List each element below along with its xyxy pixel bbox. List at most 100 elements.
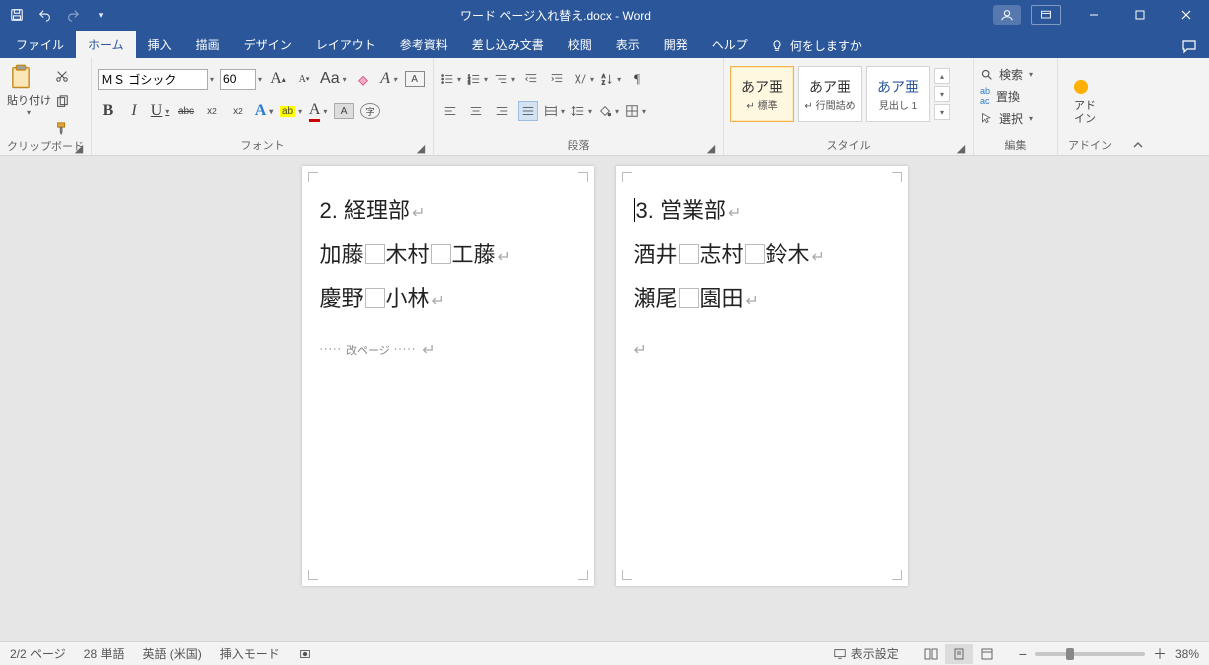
superscript-button[interactable]: x2 — [228, 101, 248, 121]
increase-indent-button[interactable] — [547, 69, 567, 89]
eraser-icon — [356, 72, 370, 86]
tab-help[interactable]: ヘルプ — [700, 31, 760, 58]
align-center-button[interactable] — [466, 101, 486, 121]
close-button[interactable] — [1163, 0, 1209, 30]
zoom-out-button[interactable]: − — [1019, 646, 1027, 662]
copy-button[interactable] — [52, 92, 72, 112]
group-editing-label: 編集 — [980, 137, 1051, 155]
paste-label: 貼り付け — [7, 92, 51, 108]
distributed-button[interactable] — [544, 101, 565, 121]
tab-view[interactable]: 表示 — [604, 31, 652, 58]
tab-references[interactable]: 参考資料 — [388, 31, 460, 58]
phonetic-guide-button[interactable]: A — [379, 69, 399, 89]
justify-button[interactable] — [518, 101, 538, 121]
bullets-button[interactable] — [440, 69, 461, 89]
align-left-icon — [443, 104, 457, 118]
tab-layout[interactable]: レイアウト — [304, 31, 388, 58]
enclose-characters-button[interactable]: A — [405, 71, 425, 87]
minimize-button[interactable] — [1071, 0, 1117, 30]
styles-more[interactable]: ▴▾▾ — [934, 66, 950, 122]
align-left-button[interactable] — [440, 101, 460, 121]
borders-button[interactable] — [625, 101, 646, 121]
status-language[interactable]: 英語 (米国) — [142, 645, 201, 662]
subscript-button[interactable]: x2 — [202, 101, 222, 121]
status-word-count[interactable]: 28 単語 — [84, 645, 125, 662]
status-insert-mode[interactable]: 挿入モード — [220, 645, 280, 662]
font-size-input[interactable] — [220, 69, 256, 90]
qat-customize-icon[interactable]: ▾ — [94, 8, 108, 22]
shading-button[interactable] — [598, 101, 619, 121]
replace-button[interactable]: abac置換 — [980, 86, 1033, 106]
addin-button[interactable]: アドイン — [1064, 62, 1116, 137]
read-mode-button[interactable] — [917, 644, 945, 664]
page-break-marker: ‧‧‧‧‧改ページ‧‧‧‧‧↵ — [320, 340, 576, 360]
character-shading-button[interactable]: A — [334, 103, 354, 119]
account-icon[interactable] — [993, 5, 1021, 25]
multilevel-list-button[interactable] — [494, 69, 515, 89]
svg-text:Z: Z — [602, 80, 606, 86]
change-case-button[interactable]: Aa — [320, 69, 347, 89]
tab-mailings[interactable]: 差し込み文書 — [460, 31, 556, 58]
grow-font-button[interactable]: A▴ — [268, 69, 288, 89]
collapse-ribbon-button[interactable] — [1122, 58, 1152, 155]
document-page[interactable]: 3. 営業部↵ 酒井志村鈴木↵ 瀬尾園田↵ ↵ — [616, 166, 908, 586]
clear-formatting-button[interactable] — [353, 69, 373, 89]
shrink-font-button[interactable]: A▾ — [294, 69, 314, 89]
style-normal[interactable]: あア亜↵ 標準 — [730, 66, 794, 122]
strikethrough-button[interactable]: abc — [176, 101, 196, 121]
dialog-launcher-icon[interactable]: ◢ — [73, 142, 85, 154]
align-right-button[interactable] — [492, 101, 512, 121]
document-area[interactable]: 2. 経理部↵ 加藤木村工藤↵ 慶野小林↵ ‧‧‧‧‧改ページ‧‧‧‧‧↵ 3.… — [0, 156, 1209, 641]
font-color-button[interactable]: A — [308, 101, 328, 121]
underline-button[interactable]: U — [150, 101, 170, 121]
scissors-icon — [55, 69, 69, 83]
macro-record-icon[interactable] — [298, 647, 312, 661]
find-button[interactable]: 検索▾ — [980, 64, 1033, 84]
show-marks-button[interactable]: ¶ — [627, 69, 647, 89]
paste-button[interactable]: 貼り付け ▾ — [7, 62, 51, 117]
undo-icon[interactable] — [38, 8, 52, 22]
sort-button[interactable]: AZ — [600, 69, 621, 89]
zoom-in-button[interactable]: ＋ — [1153, 644, 1167, 664]
print-layout-button[interactable] — [945, 644, 973, 664]
decrease-indent-button[interactable] — [521, 69, 541, 89]
tell-me[interactable]: 何をしますか — [760, 37, 872, 58]
italic-button[interactable]: I — [124, 101, 144, 121]
bold-button[interactable]: B — [98, 101, 118, 121]
document-page[interactable]: 2. 経理部↵ 加藤木村工藤↵ 慶野小林↵ ‧‧‧‧‧改ページ‧‧‧‧‧↵ — [302, 166, 594, 586]
numbering-button[interactable]: 123 — [467, 69, 488, 89]
tab-design[interactable]: デザイン — [232, 31, 304, 58]
text-effects-button[interactable]: A — [254, 101, 274, 121]
select-button[interactable]: 選択▾ — [980, 108, 1033, 128]
status-page[interactable]: 2/2 ページ — [10, 645, 66, 662]
tab-draw[interactable]: 描画 — [184, 31, 232, 58]
asian-layout-button[interactable] — [573, 69, 594, 89]
highlight-button[interactable]: ab — [280, 101, 302, 121]
zoom-slider[interactable] — [1035, 652, 1145, 656]
tab-review[interactable]: 校閲 — [556, 31, 604, 58]
align-right-icon — [495, 104, 509, 118]
tab-file[interactable]: ファイル — [4, 31, 76, 58]
line-spacing-button[interactable] — [571, 101, 592, 121]
dialog-launcher-icon[interactable]: ◢ — [415, 142, 427, 154]
dialog-launcher-icon[interactable]: ◢ — [955, 142, 967, 154]
save-icon[interactable] — [10, 8, 24, 22]
style-no-spacing[interactable]: あア亜↵ 行間詰め — [798, 66, 862, 122]
maximize-button[interactable] — [1117, 0, 1163, 30]
styles-gallery[interactable]: あア亜↵ 標準 あア亜↵ 行間詰め あア亜見出し 1 ▴▾▾ — [730, 62, 950, 122]
enclose-button[interactable]: 字 — [360, 103, 380, 119]
comments-button[interactable] — [1169, 38, 1209, 58]
ribbon-display-options-icon[interactable] — [1031, 5, 1061, 25]
zoom-level[interactable]: 38% — [1175, 647, 1199, 661]
dialog-launcher-icon[interactable]: ◢ — [705, 142, 717, 154]
tab-insert[interactable]: 挿入 — [136, 31, 184, 58]
display-settings-button[interactable]: 表示設定 — [833, 645, 899, 662]
web-layout-button[interactable] — [973, 644, 1001, 664]
format-painter-button[interactable] — [52, 118, 72, 138]
style-heading1[interactable]: あア亜見出し 1 — [866, 66, 930, 122]
redo-icon[interactable] — [66, 8, 80, 22]
tab-home[interactable]: ホーム — [76, 31, 136, 58]
font-name-input[interactable] — [98, 69, 208, 90]
cut-button[interactable] — [52, 66, 72, 86]
tab-developer[interactable]: 開発 — [652, 31, 700, 58]
